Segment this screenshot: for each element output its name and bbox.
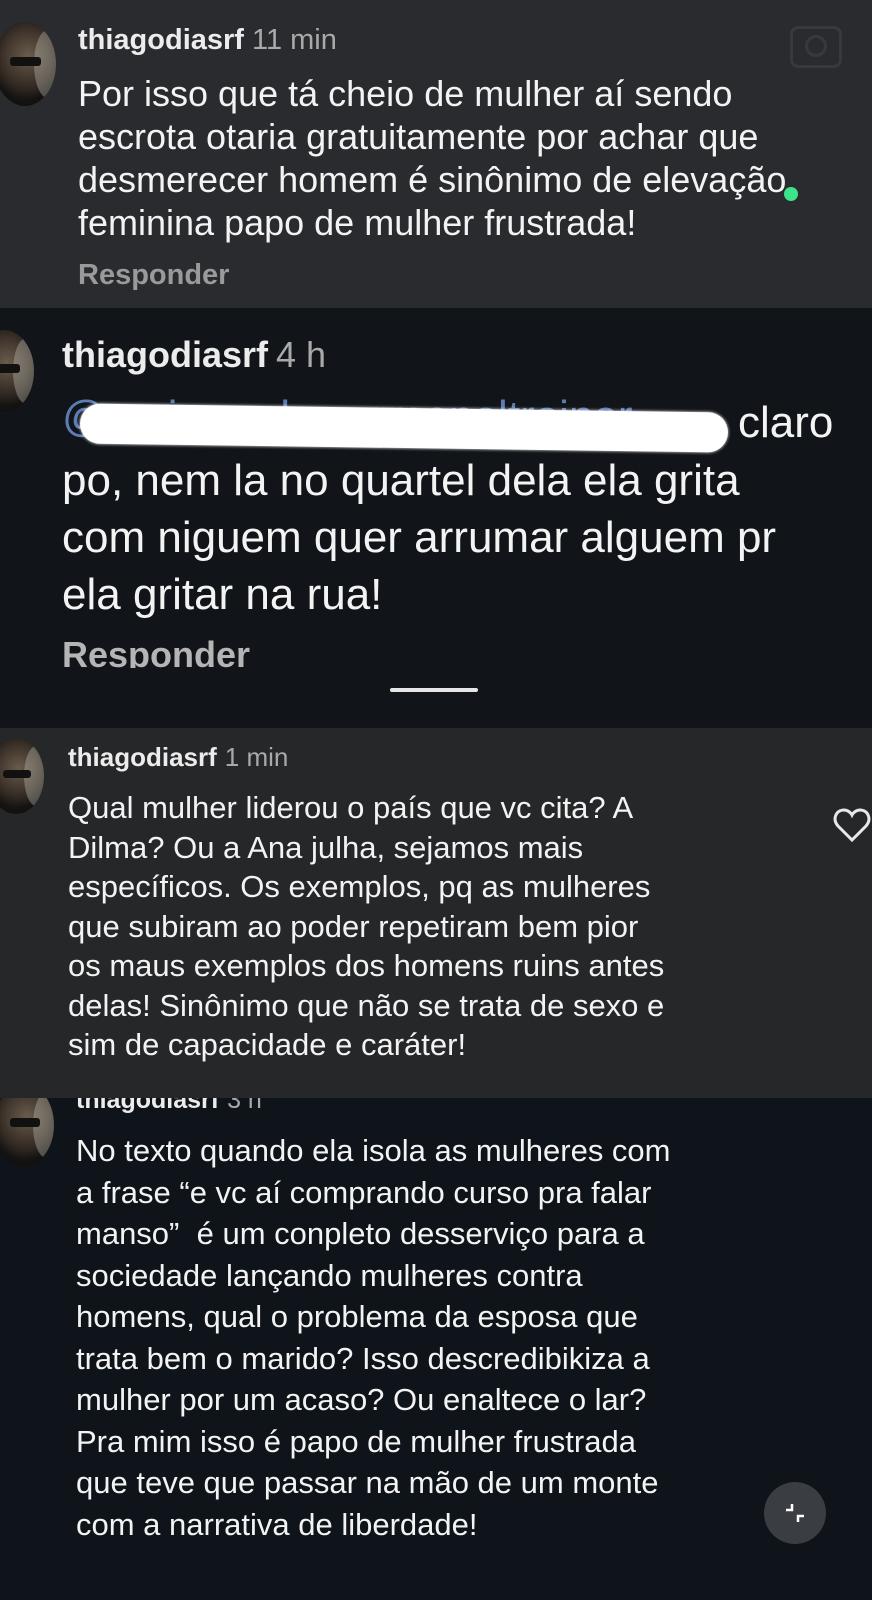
comment-header: thiagodiasrf 4 h: [62, 334, 326, 376]
timestamp: 1 min: [224, 742, 289, 772]
comment-card-4: thiagodiasrf 3 h No texto quando ela isol…: [0, 1098, 872, 1588]
avatar-glasses: [0, 364, 20, 373]
comment-header: thiagodiasrf 11 min: [78, 24, 337, 57]
timestamp: 11 min: [251, 24, 337, 56]
comment-text: po, nem la no quartel dela ela grita com…: [62, 456, 777, 619]
reply-button[interactable]: Responder: [62, 634, 250, 668]
avatar[interactable]: [0, 22, 56, 106]
comment-text: Qual mulher liderou o país que vc cita? …: [68, 790, 665, 1062]
divider-strip: [0, 668, 872, 728]
username[interactable]: thiagodiasrf: [78, 24, 244, 56]
redaction-scribble: [79, 403, 729, 453]
drag-handle[interactable]: [390, 688, 478, 692]
comment-card-1: thiagodiasrf 11 min Por isso que tá cheio…: [0, 0, 872, 308]
avatar-glasses: [9, 1118, 40, 1127]
bottom-strip: [0, 1588, 872, 1600]
avatar-background: [33, 1098, 54, 1158]
username[interactable]: thiagodiasrf: [68, 742, 217, 772]
expand-icon: [786, 1504, 804, 1522]
avatar-glasses: [10, 57, 42, 66]
comment-header: thiagodiasrf 3 h: [76, 1098, 262, 1115]
comment-card-3: thiagodiasrf 1 min Qual mulher liderou o …: [0, 728, 872, 1098]
username[interactable]: thiagodiasrf: [76, 1098, 219, 1114]
timestamp: 4 h: [276, 334, 327, 375]
reply-button[interactable]: Responder: [78, 259, 229, 292]
avatar-glasses: [2, 769, 31, 778]
camera-icon[interactable]: [790, 26, 842, 68]
timestamp: 3 h: [227, 1098, 262, 1114]
expand-button[interactable]: [764, 1482, 826, 1544]
comment-header: thiagodiasrf 1 min: [68, 742, 288, 773]
avatar[interactable]: [0, 330, 34, 412]
avatar[interactable]: [0, 1098, 54, 1166]
comment-text-first-line: claro: [738, 398, 834, 447]
comment-text: Por isso que tá cheio de mulher aí sendo…: [78, 73, 787, 243]
comment-card-2: thiagodiasrf4 h @yuriaranda_personaltrai…: [0, 308, 872, 668]
comment-text: No texto quando ela isola as mulheres co…: [76, 1133, 671, 1542]
avatar[interactable]: [0, 738, 44, 814]
heart-icon[interactable]: [832, 806, 872, 846]
username[interactable]: thiagodiasrf: [62, 334, 268, 375]
green-dot-icon: [784, 187, 798, 201]
